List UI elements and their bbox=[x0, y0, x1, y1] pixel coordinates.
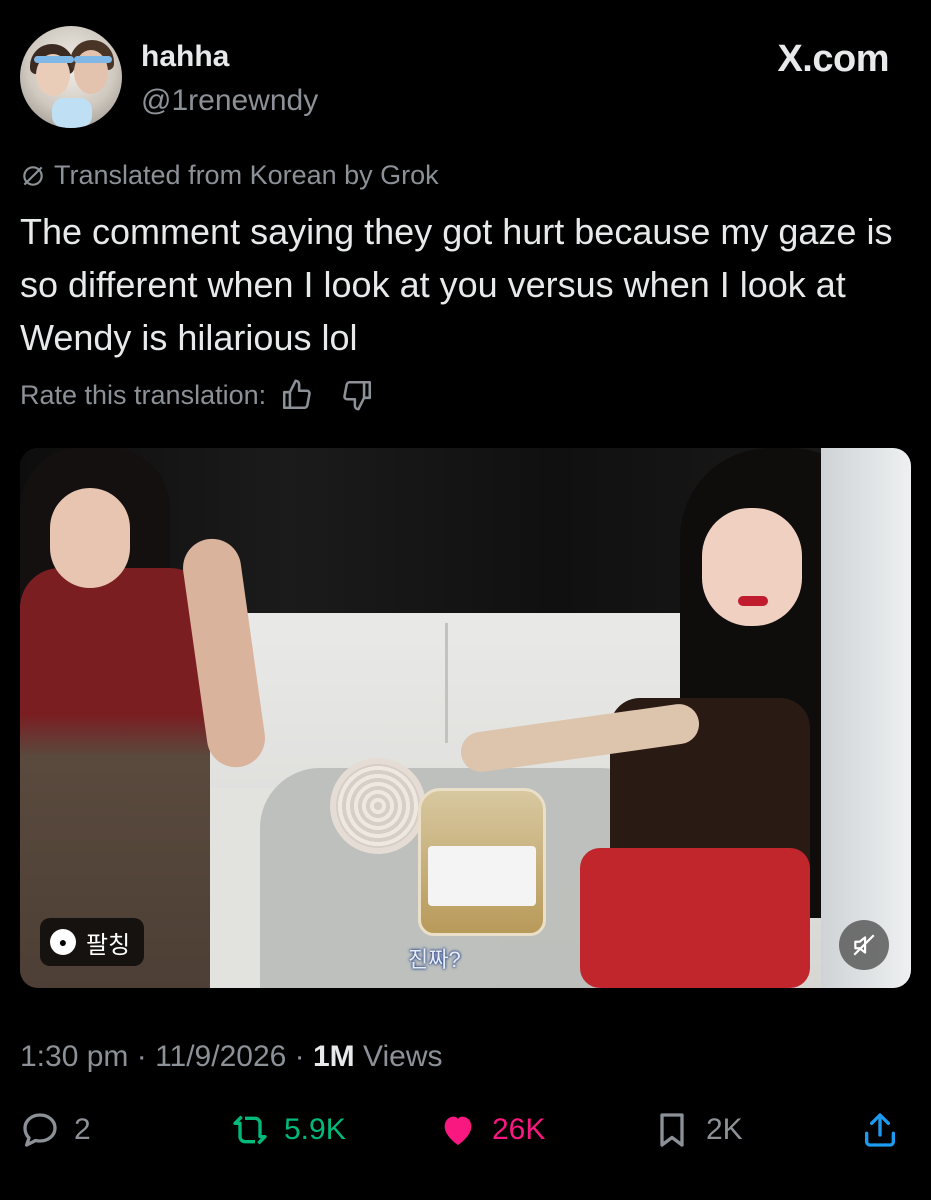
channel-badge-text: 팔칭 bbox=[86, 931, 131, 959]
share-icon bbox=[865, 1113, 895, 1147]
speaker-muted-icon bbox=[853, 934, 875, 956]
tweet-meta: 1:30 pm · 11/9/2026 · 1M Views bbox=[20, 1040, 443, 1074]
reply-count: 2 bbox=[74, 1113, 91, 1146]
like-button[interactable]: 26K bbox=[438, 1110, 545, 1150]
channel-logo-icon: ● bbox=[50, 929, 76, 955]
tweet-page: hahha @1renewndy X.com Translated from K… bbox=[0, 0, 931, 1200]
tweet-time[interactable]: 1:30 pm bbox=[20, 1040, 128, 1073]
views-label: Views bbox=[363, 1040, 443, 1073]
user-handle[interactable]: @1renewndy bbox=[141, 84, 318, 118]
video-player[interactable] bbox=[20, 448, 911, 988]
bookmark-icon bbox=[660, 1113, 684, 1147]
views-count: 1M bbox=[313, 1040, 355, 1073]
translation-notice-text: Translated from Korean by Grok bbox=[54, 160, 439, 190]
repost-count: 5.9K bbox=[284, 1113, 346, 1146]
bookmark-count: 2K bbox=[706, 1113, 743, 1146]
heart-icon bbox=[444, 1116, 472, 1145]
share-button[interactable] bbox=[860, 1110, 900, 1150]
reply-button[interactable]: 2 bbox=[20, 1110, 91, 1150]
meta-separator: · bbox=[294, 1040, 313, 1073]
reply-icon bbox=[23, 1113, 57, 1147]
thumbs-down-icon[interactable] bbox=[340, 378, 374, 412]
avatar[interactable] bbox=[20, 26, 122, 128]
rate-translation-label: Rate this translation: bbox=[20, 379, 267, 410]
channel-badge: ● 팔칭 bbox=[40, 918, 145, 966]
repost-icon bbox=[233, 1115, 267, 1145]
thumbs-up-icon[interactable] bbox=[280, 378, 314, 412]
grok-icon bbox=[23, 165, 43, 186]
x-logo: X.com bbox=[777, 38, 889, 80]
bookmark-button[interactable]: 2K bbox=[652, 1110, 743, 1150]
tweet-text: The comment saying they got hurt because… bbox=[20, 211, 893, 358]
meta-separator: · bbox=[136, 1040, 156, 1073]
like-count: 26K bbox=[492, 1113, 546, 1146]
display-name[interactable]: hahha bbox=[141, 40, 229, 74]
repost-button[interactable]: 5.9K bbox=[230, 1110, 346, 1150]
action-bar: 2 5.9K 26K 2K bbox=[20, 1110, 911, 1160]
video-subtitle: 진짜? bbox=[408, 947, 461, 972]
mute-button[interactable] bbox=[839, 920, 889, 970]
translation-notice: Translated from Korean by Grok bbox=[20, 160, 439, 191]
rate-translation: Rate this translation: bbox=[20, 378, 374, 412]
tweet-date[interactable]: 11/9/2026 bbox=[155, 1040, 286, 1073]
